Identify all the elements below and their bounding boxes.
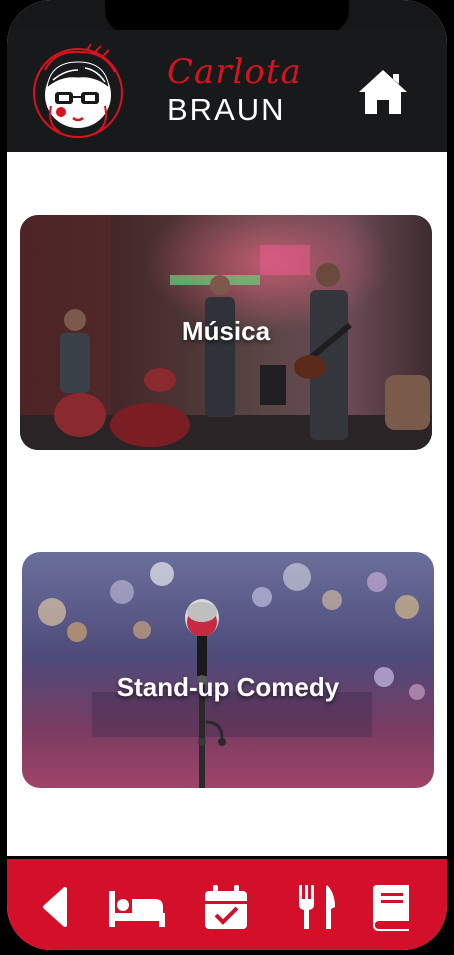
book-icon[interactable] (369, 883, 413, 931)
notch (105, 0, 349, 34)
bottom-nav-bar (7, 856, 447, 950)
brand-logo[interactable]: Carlota BRAUN (167, 52, 301, 132)
calendar-check-icon[interactable] (203, 883, 249, 931)
back-icon[interactable] (41, 883, 71, 931)
music-card-label: Música (181, 316, 271, 346)
app-header: Carlota BRAUN (7, 30, 447, 152)
phone-frame: Carlota BRAUN Música Stand-up Comedy (7, 0, 447, 950)
bed-icon[interactable] (107, 883, 167, 931)
brand-block-text: BRAUN (167, 92, 286, 127)
brand-script-text: Carlota (167, 52, 302, 92)
carlota-face-logo[interactable] (25, 40, 131, 146)
comedy-card-label: Stand-up Comedy (116, 672, 340, 702)
comedy-card[interactable]: Stand-up Comedy (22, 552, 434, 788)
home-icon[interactable] (357, 66, 409, 118)
music-card[interactable]: Música (20, 215, 432, 450)
microphone-stage-photo (22, 552, 434, 788)
main-content: Música Stand-up Comedy (7, 152, 447, 856)
utensils-icon[interactable] (295, 883, 339, 931)
